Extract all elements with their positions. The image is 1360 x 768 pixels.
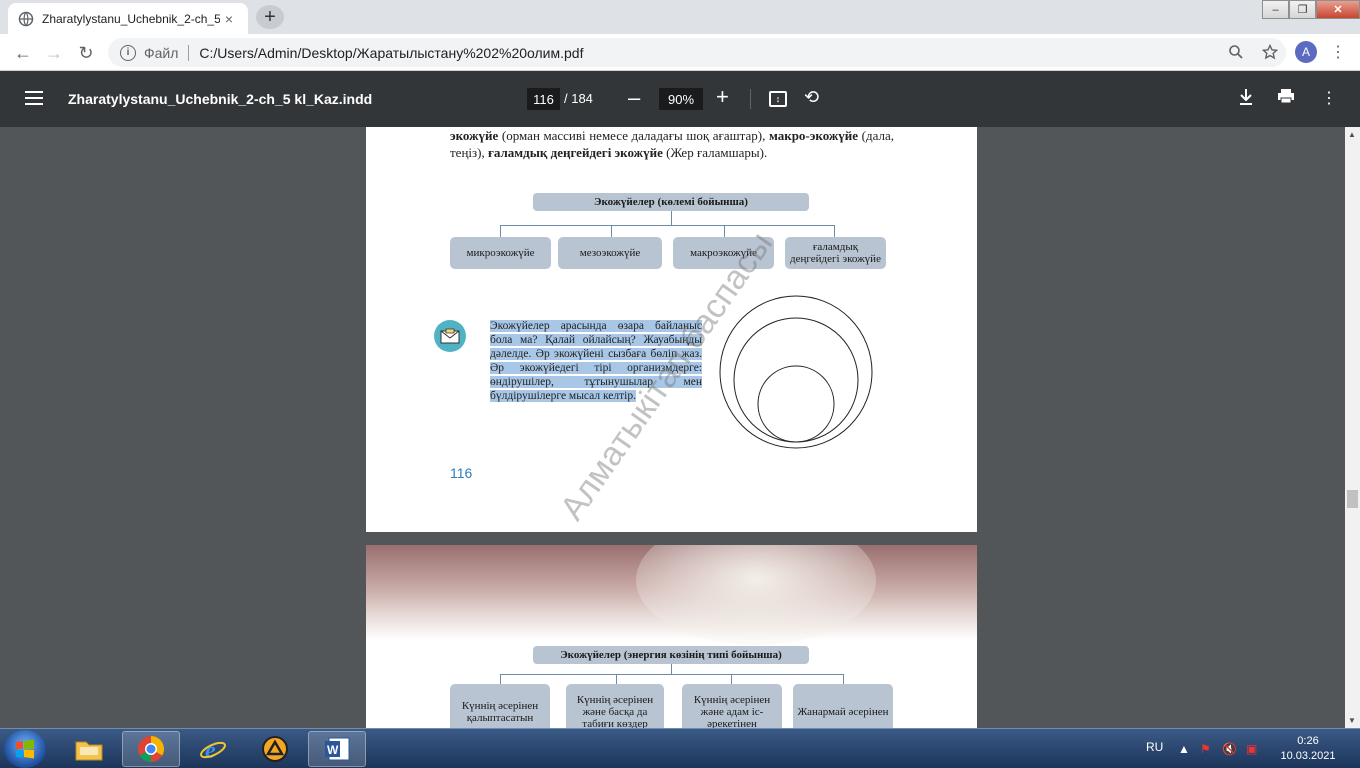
tab-title: Zharatylystanu_Uchebnik_2-ch_5 <box>42 11 220 26</box>
pdf-page-116: экожүйе (орман массиві немесе даладағы ш… <box>366 127 977 532</box>
svg-text:e: e <box>205 738 216 763</box>
scroll-down-icon[interactable]: ▼ <box>1348 716 1356 725</box>
info-icon[interactable]: i <box>120 44 136 61</box>
diagram-connector <box>500 225 834 226</box>
show-hidden-icons[interactable]: ▲ <box>1178 742 1192 756</box>
document-title: Zharatylystanu_Uchebnik_2-ch_5 kl_Kaz.in… <box>68 91 373 107</box>
back-button[interactable]: ← <box>12 42 34 64</box>
diagram-box: Жанармай әсерінен <box>793 684 893 728</box>
taskbar-chrome[interactable] <box>122 731 180 767</box>
taskbar-internet-explorer[interactable]: e <box>184 731 242 767</box>
diagram-box: Күннің әсерінен қалыптасатын <box>450 684 550 728</box>
chrome-icon <box>138 736 165 763</box>
close-window-button[interactable]: ✕ <box>1316 0 1360 19</box>
taskbar: e W RU ▲ ⚑ 🔇 ▣ 0:26 10.03.2021 <box>0 728 1360 768</box>
diagram-connector <box>616 674 617 684</box>
system-clock[interactable]: 0:26 10.03.2021 <box>1280 734 1336 764</box>
page-number: 116 <box>450 465 473 481</box>
menu-dots-icon[interactable]: ⋮ <box>1330 42 1346 62</box>
tab-close-icon[interactable]: × <box>220 10 238 28</box>
url-separator <box>188 44 190 61</box>
diagram-box: ғаламдық деңгейдегі экожүйе <box>785 237 886 269</box>
toolbar-divider <box>750 89 751 109</box>
new-tab-button[interactable]: + <box>256 5 284 29</box>
diagram-connector <box>671 211 672 225</box>
page-total: / 184 <box>564 91 593 106</box>
hamburger-menu-icon[interactable] <box>25 91 43 105</box>
globe-icon <box>18 11 34 26</box>
fit-page-icon[interactable]: ↕ <box>769 91 787 107</box>
internet-explorer-icon: e <box>200 738 226 763</box>
address-bar[interactable]: i Файл C:/Users/Admin/Desktop/Жаратылыст… <box>108 38 1286 67</box>
diagram-connector <box>671 664 672 674</box>
pdf-page-117: Экожүйелер (энергия көзінің типі бойынша… <box>366 545 977 728</box>
scroll-up-icon[interactable]: ▲ <box>1348 130 1356 139</box>
window-controls: – ❐ ✕ <box>1262 0 1360 20</box>
action-center-icon[interactable]: ⚑ <box>1200 742 1214 756</box>
scrollbar-thumb[interactable] <box>1347 490 1358 508</box>
diagram-box: микроэкожүйе <box>450 237 551 269</box>
diagram-connector <box>731 674 732 684</box>
clock-time: 0:26 <box>1297 735 1319 747</box>
diagram-title: Экожүйелер (көлемі бойынша) <box>533 193 809 211</box>
download-icon[interactable] <box>1238 88 1254 106</box>
envelope-icon <box>434 320 466 352</box>
print-icon[interactable] <box>1277 88 1295 104</box>
forward-button[interactable]: → <box>43 42 65 64</box>
body-text: экожүйе (орман массиві немесе даладағы ш… <box>450 128 894 160</box>
taskbar-word[interactable]: W <box>308 731 366 767</box>
pdf-toolbar: Zharatylystanu_Uchebnik_2-ch_5 kl_Kaz.in… <box>0 71 1360 127</box>
diagram-connector <box>724 225 725 237</box>
volume-muted-icon[interactable]: 🔇 <box>1222 742 1237 756</box>
diagram-connector <box>834 225 835 237</box>
star-icon[interactable] <box>1262 44 1278 60</box>
page-number-input[interactable]: 116 <box>527 88 560 110</box>
reload-button[interactable]: ↻ <box>75 42 97 64</box>
rotate-icon[interactable]: ⟲ <box>804 87 819 108</box>
url-scheme: Файл <box>144 44 179 61</box>
tab-strip: Zharatylystanu_Uchebnik_2-ch_5 × + – ❐ ✕ <box>0 0 1360 34</box>
windows-logo-icon <box>16 739 34 759</box>
diagram-connector <box>611 225 612 237</box>
nested-circles-diagram <box>719 295 873 449</box>
svg-text:W: W <box>327 743 339 757</box>
browser-toolbar: ← → ↻ i Файл C:/Users/Admin/Desktop/Жара… <box>0 34 1360 71</box>
diagram-box: Күннің әсерінен және адам іс-әрекетінен <box>682 684 782 728</box>
triangle-app-icon <box>262 736 288 762</box>
network-icon[interactable]: ▣ <box>1246 742 1260 756</box>
start-button[interactable] <box>4 730 46 768</box>
browser-tab[interactable]: Zharatylystanu_Uchebnik_2-ch_5 × <box>8 3 248 34</box>
language-indicator[interactable]: RU <box>1146 740 1163 754</box>
diagram-connector <box>843 674 844 684</box>
diagram-title: Экожүйелер (энергия көзінің типі бойынша… <box>533 646 809 664</box>
zoom-in-button[interactable]: + <box>716 84 729 110</box>
more-options-icon[interactable]: ⋮ <box>1321 88 1337 108</box>
profile-avatar[interactable]: A <box>1295 41 1317 63</box>
diagram-connector <box>500 225 501 237</box>
diagram-box: Күннің әсерінен және басқа да табиғи көз… <box>566 684 664 728</box>
pdf-viewer[interactable]: экожүйе (орман массиві немесе даладағы ш… <box>0 127 1345 728</box>
clock-date: 10.03.2021 <box>1280 750 1336 762</box>
page-banner-image <box>366 545 977 645</box>
maximize-button[interactable]: ❐ <box>1289 0 1316 19</box>
folder-icon <box>75 741 103 761</box>
diagram-box: мезоэкожүйе <box>558 237 662 269</box>
word-icon: W <box>325 737 350 761</box>
zoom-icon[interactable] <box>1228 44 1244 60</box>
diagram-connector <box>500 674 501 684</box>
url-text[interactable]: C:/Users/Admin/Desktop/Жаратылыстану%202… <box>199 45 583 61</box>
taskbar-explorer[interactable] <box>60 731 118 767</box>
zoom-out-button[interactable]: – <box>628 85 640 111</box>
minimize-button[interactable]: – <box>1262 0 1289 19</box>
zoom-level-input[interactable]: 90% <box>659 88 703 110</box>
taskbar-app[interactable] <box>246 731 304 767</box>
diagram-connector <box>500 674 843 675</box>
omnibox-actions <box>1228 44 1278 60</box>
vertical-scrollbar[interactable]: ▲ ▼ <box>1345 127 1360 728</box>
